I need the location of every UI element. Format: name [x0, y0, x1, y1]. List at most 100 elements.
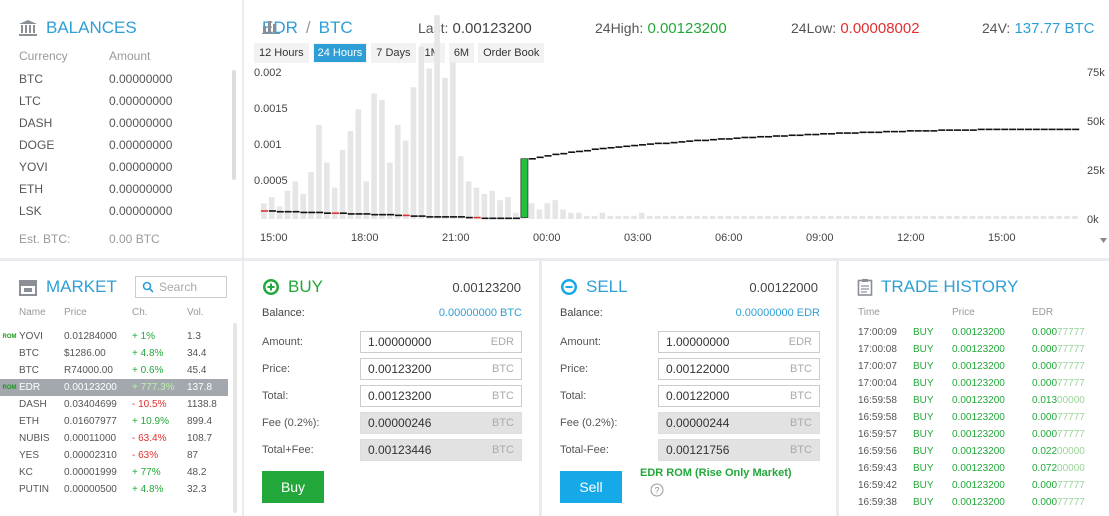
volume-bar: [552, 200, 559, 219]
price-candle: [1040, 128, 1048, 131]
history-time: 16:59:43: [858, 463, 897, 474]
volume-bar: [804, 215, 811, 219]
buy-field-input[interactable]: 0.00123200 BTC: [360, 358, 522, 380]
buy-field-input[interactable]: 0.00123200 BTC: [360, 385, 522, 407]
volume-bar: [379, 99, 385, 219]
buy-button[interactable]: Buy: [262, 471, 324, 503]
volume-bar: [1024, 215, 1031, 219]
price-candle: [576, 150, 584, 153]
scroll-down-icon[interactable]: [1100, 238, 1107, 243]
volume-bar: [1040, 215, 1047, 219]
market-row[interactable]: ETH 0.01607977 + 10.9% 899.4: [0, 413, 228, 430]
history-time: 16:59:42: [858, 480, 897, 491]
balances-title: BALANCES: [46, 18, 137, 37]
volume-bar: [741, 215, 748, 219]
balance-row: BTC 0.00000000: [19, 72, 229, 86]
price-candle: [300, 211, 308, 214]
history-amount-main: 0.000: [1032, 480, 1058, 491]
volume-bar: [355, 109, 362, 219]
history-amount-tail: 77777: [1057, 412, 1085, 423]
sell-field-input[interactable]: 0.00122000 BTC: [658, 358, 820, 380]
price-candle: [560, 152, 568, 155]
market-vol: 899.4: [187, 416, 213, 427]
sell-field-value: 0.00122000: [666, 362, 730, 376]
market-name: KC: [19, 467, 33, 478]
history-price: 0.00123200: [952, 463, 1005, 474]
market-row[interactable]: BTC R74000.00 + 0.6% 45.4: [0, 362, 228, 379]
volume-bar: [316, 124, 322, 219]
sell-field-row: Total: 0.00122000 BTC: [560, 385, 820, 407]
market-change: + 10.9%: [132, 416, 169, 427]
buy-field-input[interactable]: 1.00000000 EDR: [360, 331, 522, 353]
market-row[interactable]: YES 0.00002310 - 63% 87: [0, 447, 228, 464]
market-header: MARKET: [18, 277, 117, 297]
market-row[interactable]: NUBIS 0.00011000 - 63.4% 108.7: [0, 430, 228, 447]
volume-bar: [387, 162, 393, 219]
sell-field-input[interactable]: 0.00122000 BTC: [658, 385, 820, 407]
price-candle: [544, 155, 552, 157]
volume-bar: [788, 215, 795, 219]
x-tick-label: 09:00: [806, 232, 834, 244]
market-search-input[interactable]: Search: [135, 276, 227, 298]
balance-row: DASH 0.00000000: [19, 116, 229, 130]
market-scrollbar[interactable]: [233, 323, 237, 513]
balance-row: LTC 0.00000000: [19, 94, 229, 108]
sell-field-unit: EDR: [788, 336, 812, 348]
market-row[interactable]: ROM EDR 0.00123200 + 777.3% 137.8: [0, 379, 228, 396]
market-price: 0.00000500: [64, 484, 117, 495]
history-amount-main: 0.000: [1032, 497, 1058, 508]
market-row[interactable]: BTC $1286.00 + 4.8% 34.4: [0, 345, 228, 362]
balances-scrollbar[interactable]: [232, 70, 236, 180]
volume-bar: [639, 212, 645, 219]
sell-field-input[interactable]: 1.00000000 EDR: [658, 331, 820, 353]
volume-bar: [954, 215, 960, 219]
price-candle: [379, 213, 387, 216]
market-row[interactable]: ROM YOVI 0.01284000 + 1% 1.3: [0, 328, 228, 345]
sell-button[interactable]: Sell: [560, 471, 622, 503]
sell-field-unit: BTC: [790, 444, 812, 456]
svg-text:?: ?: [654, 486, 659, 496]
market-name: PUTIN: [19, 484, 49, 495]
history-row: 16:59:57 BUY 0.00123200 0.00077777: [858, 429, 1092, 440]
history-time: 16:59:38: [858, 497, 897, 508]
price-candle: [261, 210, 269, 212]
volume-bar: [505, 197, 511, 219]
history-time: 17:00:04: [858, 378, 897, 389]
sell-field-row: Total-Fee: 0.00121756 BTC: [560, 439, 820, 461]
volume-bar: [1064, 215, 1070, 219]
price-candle: [670, 141, 678, 144]
volume-bar: [914, 215, 921, 219]
price-candle: [938, 129, 946, 131]
market-price: 0.01607977: [64, 416, 117, 427]
history-price: 0.00123200: [952, 446, 1005, 457]
market-name: EDR: [19, 382, 41, 393]
price-volume-chart[interactable]: 0.002 0.0015 0.001 0.0005 75k 50k 25k 0k 15:00 18…: [244, 0, 1109, 258]
price-candle: [347, 213, 355, 215]
x-tick-label: 00:00: [533, 232, 561, 244]
history-time: 16:59:58: [858, 395, 897, 406]
price-candle: [946, 129, 954, 131]
volume-bar: [1001, 215, 1007, 219]
volume-bar: [646, 215, 653, 219]
x-tick-label: 15:00: [988, 232, 1016, 244]
history-amount: 0.00077777: [1032, 344, 1092, 355]
buy-field-row: Fee (0.2%): 0.00000246 BTC: [262, 412, 522, 434]
balance-row: LSK 0.00000000: [19, 204, 229, 218]
market-row[interactable]: PUTIN 0.00000500 + 4.8% 32.3: [0, 481, 228, 498]
price-candle: [308, 211, 316, 214]
price-candle: [450, 216, 458, 218]
sell-field-value: 1.00000000: [666, 335, 730, 349]
price-candle: [465, 216, 473, 219]
buy-header: BUY: [262, 277, 323, 297]
market-price: 0.00001999: [64, 467, 117, 478]
amount-col: Amount: [109, 49, 151, 63]
market-row[interactable]: DASH 0.03404699 - 10.5% 1138.8: [0, 396, 228, 413]
history-side: BUY: [913, 463, 934, 474]
market-row[interactable]: KC 0.00001999 + 77% 48.2: [0, 464, 228, 481]
price-candle: [316, 211, 324, 214]
help-icon[interactable]: ?: [650, 483, 664, 497]
buy-field-label: Total+Fee:: [262, 444, 314, 456]
price-candle: [457, 216, 465, 218]
balance-amount: 0.00000000: [109, 116, 173, 130]
history-price: 0.00123200: [952, 412, 1005, 423]
